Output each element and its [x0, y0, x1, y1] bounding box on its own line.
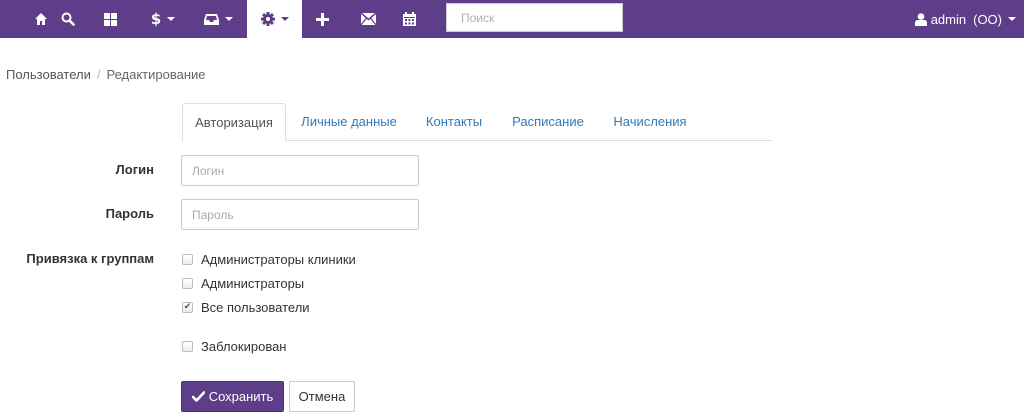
nav-add-button[interactable]	[312, 0, 332, 38]
tab-label: Личные данные	[301, 114, 397, 129]
nav-grid-button[interactable]	[100, 0, 120, 38]
tab-personal-data[interactable]: Личные данные	[288, 103, 410, 141]
password-label: Пароль	[105, 206, 154, 221]
inbox-icon	[203, 13, 219, 25]
nav-inbox-dropdown[interactable]	[198, 0, 238, 38]
password-field[interactable]	[181, 199, 419, 230]
login-label: Логин	[115, 162, 154, 177]
chevron-down-icon	[167, 17, 176, 21]
checkbox-label: Администраторы клиники	[201, 251, 356, 267]
nav-search-button[interactable]	[58, 0, 78, 38]
tab-label: Контакты	[425, 114, 483, 129]
save-button-label: Сохранить	[208, 389, 274, 404]
nav-finance-dropdown[interactable]: $	[143, 0, 183, 38]
tab-schedule[interactable]: Расписание	[498, 103, 598, 141]
nav-settings-dropdown[interactable]	[247, 0, 302, 38]
checkbox-label: Заблокирован	[201, 338, 287, 354]
top-navbar: $ Поиск admin (OO)	[0, 0, 1024, 38]
save-button[interactable]: Сохранить	[181, 381, 284, 412]
checkbox[interactable]	[182, 253, 193, 265]
groups-label: Привязка к группам	[26, 251, 154, 266]
nav-mail-button[interactable]	[357, 0, 379, 38]
checkbox-label: Все пользователи	[201, 299, 310, 315]
breadcrumb: Пользователи / Редактирование	[6, 67, 206, 82]
edit-tabs: Авторизация Личные данные Контакты Распи…	[182, 103, 772, 142]
checkbox-label: Администраторы	[201, 275, 305, 291]
user-menu-dropdown[interactable]: admin (OO)	[914, 0, 1016, 38]
dollar-icon: $	[150, 9, 162, 28]
tab-label: Расписание	[512, 114, 584, 129]
plus-icon	[315, 12, 329, 26]
chevron-down-icon	[1008, 17, 1016, 21]
group-checkbox-all-users[interactable]: ✔ Все пользователи	[182, 298, 310, 316]
tab-authorization[interactable]: Авторизация	[182, 103, 286, 142]
nav-home-button[interactable]	[26, 0, 56, 38]
home-icon	[35, 13, 47, 25]
checkbox-checked[interactable]: ✔	[182, 301, 193, 313]
chevron-down-icon	[224, 17, 233, 21]
cancel-button-label: Отмена	[298, 389, 346, 404]
calendar-icon	[402, 12, 416, 26]
breadcrumb-separator: /	[96, 67, 101, 82]
group-checkbox-clinic-admins[interactable]: Администраторы клиники	[182, 250, 356, 268]
login-field[interactable]	[181, 155, 419, 186]
tab-label: Авторизация	[195, 115, 273, 130]
user-name: admin	[930, 11, 967, 27]
chevron-down-icon	[280, 17, 289, 21]
breadcrumb-users-link[interactable]: Пользователи	[6, 67, 91, 82]
check-icon	[191, 391, 205, 402]
envelope-icon	[360, 13, 376, 25]
nav-calendar-button[interactable]	[398, 0, 420, 38]
cancel-button[interactable]: Отмена	[289, 381, 355, 412]
checkbox[interactable]	[182, 340, 193, 352]
check-icon: ✔	[183, 301, 192, 312]
search-icon	[61, 12, 75, 26]
user-icon	[914, 12, 927, 26]
gear-icon	[260, 12, 275, 26]
checkbox[interactable]	[182, 277, 193, 289]
grid-icon	[103, 12, 117, 26]
user-org: (OO)	[973, 11, 1002, 27]
group-checkbox-admins[interactable]: Администраторы	[182, 274, 304, 292]
breadcrumb-current: Редактирование	[106, 67, 206, 82]
blocked-checkbox[interactable]: Заблокирован	[182, 337, 286, 355]
tab-accruals[interactable]: Начисления	[600, 103, 700, 141]
search-input[interactable]	[446, 3, 623, 32]
tab-contacts[interactable]: Контакты	[412, 103, 496, 141]
tab-label: Начисления	[613, 114, 687, 129]
